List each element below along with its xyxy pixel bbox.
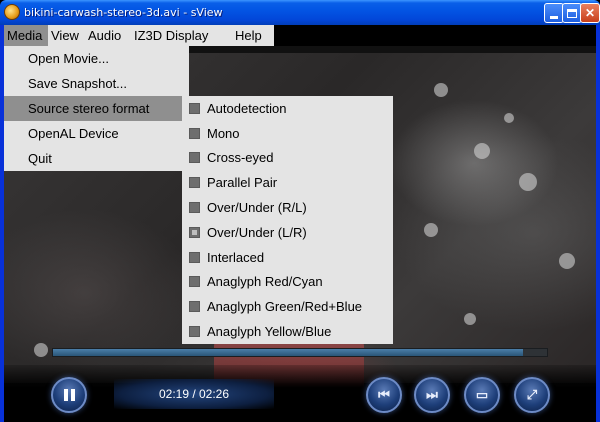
submenu-item[interactable]: Anaglyph Green/Red+Blue: [182, 294, 393, 319]
submenu-label: Anaglyph Yellow/Blue: [207, 324, 332, 340]
time-panel: 02:19 / 02:26: [114, 379, 274, 409]
submenu-label: Over/Under (L/R): [207, 224, 307, 240]
radio-indicator: [189, 102, 200, 114]
previous-icon: ⏮: [378, 387, 390, 402]
submenu-label: Interlaced: [207, 249, 265, 265]
menu-view[interactable]: View: [51, 25, 79, 46]
submenu-label: Over/Under (R/L): [207, 200, 307, 216]
seek-progress: [53, 349, 524, 356]
submenu-item[interactable]: Cross-eyed: [182, 146, 393, 171]
radio-indicator: [189, 202, 200, 214]
menu-audio[interactable]: Audio: [88, 25, 121, 46]
submenu-label: Autodetection: [207, 100, 287, 116]
media-menu: Open Movie... Save Snapshot... Source st…: [4, 46, 189, 171]
seek-bar[interactable]: [52, 348, 548, 357]
menu-source-stereo-format[interactable]: Source stereo format: [4, 96, 182, 121]
radio-indicator: [189, 276, 200, 288]
fullscreen-icon: ⤢: [526, 387, 538, 402]
screen-icon: ▭: [475, 387, 489, 402]
menu-openal-device[interactable]: OpenAL Device: [4, 121, 189, 146]
menu-save-snapshot[interactable]: Save Snapshot...: [4, 71, 189, 96]
menu-quit[interactable]: Quit: [4, 146, 189, 171]
minimize-button[interactable]: [544, 3, 564, 23]
window-title: bikini-carwash-stereo-3d.avi - sView: [24, 6, 223, 19]
pause-icon: [63, 389, 75, 401]
close-icon: ✕: [584, 6, 596, 20]
app-window: bikini-carwash-stereo-3d.avi - sView ✕ 0…: [0, 0, 600, 422]
menu-help[interactable]: Help: [235, 25, 262, 46]
next-button[interactable]: ⏭: [414, 377, 450, 413]
time-display: 02:19 / 02:26: [158, 387, 230, 401]
submenu-item[interactable]: Over/Under (R/L): [182, 195, 393, 220]
radio-indicator: [189, 152, 200, 164]
next-icon: ⏭: [426, 387, 438, 402]
submenu-label: Anaglyph Green/Red+Blue: [207, 299, 363, 315]
submenu-label: Mono: [207, 125, 240, 141]
submenu-item-selected[interactable]: Over/Under (L/R): [182, 220, 393, 245]
menu-iz3d-display[interactable]: IZ3D Display: [134, 25, 208, 46]
maximize-button[interactable]: [562, 3, 582, 23]
radio-indicator: [189, 251, 200, 263]
submenu-label: Parallel Pair: [207, 175, 278, 191]
radio-indicator: [189, 127, 200, 139]
submenu-label: Cross-eyed: [207, 150, 274, 166]
submenu-item[interactable]: Anaglyph Yellow/Blue: [182, 319, 393, 344]
previous-button[interactable]: ⏮: [366, 377, 402, 413]
menu-open-movie[interactable]: Open Movie...: [4, 46, 189, 71]
menu-bar: Media View Audio IZ3D Display Help: [4, 25, 274, 46]
submenu-item[interactable]: Parallel Pair: [182, 170, 393, 195]
sview-app-icon[interactable]: [4, 4, 20, 20]
submenu-item[interactable]: Mono: [182, 121, 393, 146]
submenu-item[interactable]: Autodetection: [182, 96, 393, 121]
stereo-format-submenu: Autodetection Mono Cross-eyed Parallel P…: [182, 96, 393, 344]
menu-bar-filler: [274, 25, 596, 46]
title-bar[interactable]: bikini-carwash-stereo-3d.avi - sView ✕: [0, 0, 600, 25]
menu-media[interactable]: Media: [4, 25, 48, 46]
screen-button[interactable]: ▭: [464, 377, 500, 413]
fullscreen-button[interactable]: ⤢: [514, 377, 550, 413]
submenu-item[interactable]: Anaglyph Red/Cyan: [182, 270, 393, 295]
radio-indicator: [189, 326, 200, 338]
submenu-label: Anaglyph Red/Cyan: [207, 274, 323, 290]
close-button[interactable]: ✕: [580, 3, 600, 23]
radio-indicator: [189, 301, 200, 313]
submenu-item[interactable]: Interlaced: [182, 245, 393, 270]
maximize-icon: [567, 8, 577, 18]
minimize-icon: [550, 15, 558, 19]
pause-button[interactable]: [51, 377, 87, 413]
control-bar: 02:19 / 02:26 ⏮ ⏭ ▭ ⤢: [4, 365, 596, 422]
radio-indicator: [189, 177, 200, 189]
radio-indicator-checked: [189, 226, 200, 238]
